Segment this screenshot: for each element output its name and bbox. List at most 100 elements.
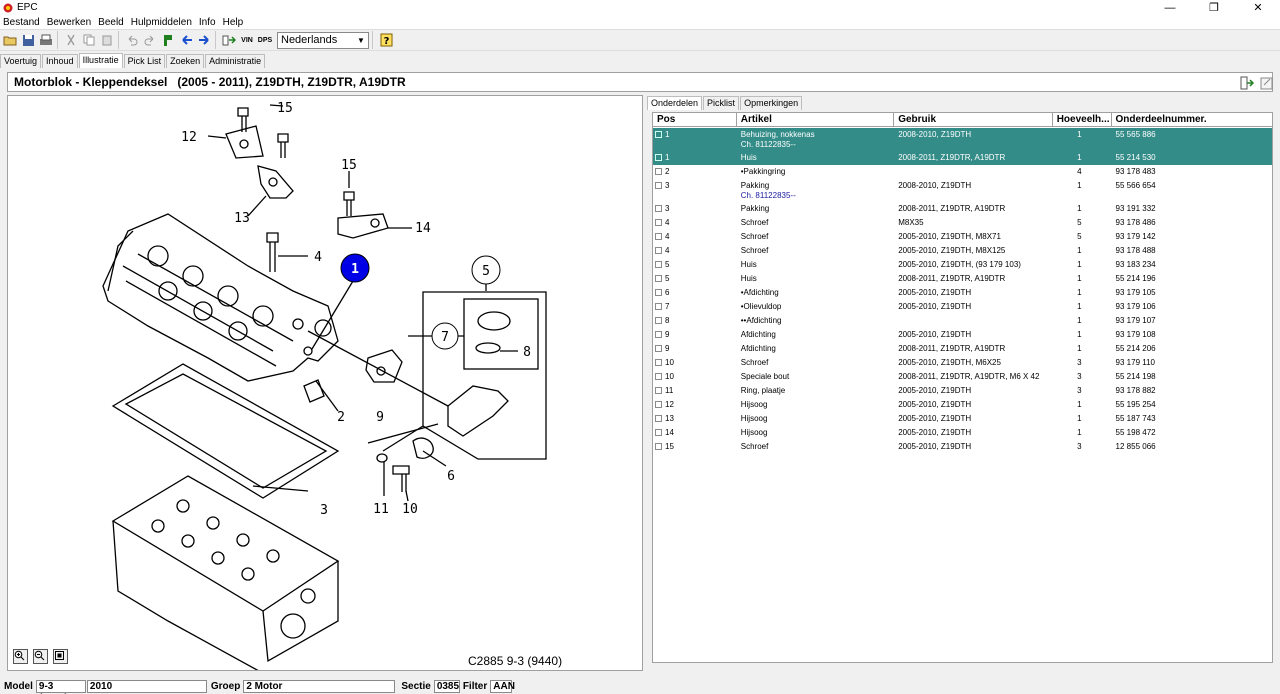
- table-row[interactable]: 4 Schroef M8X35 5 93 178 486: [653, 216, 1272, 230]
- tab-onderdelen[interactable]: Onderdelen: [647, 96, 703, 110]
- table-row[interactable]: 14 Hijsoog 2005-2010, Z19DTH 1 55 198 472: [653, 426, 1272, 440]
- table-row[interactable]: 2 •Pakkingring 4 93 178 483: [653, 165, 1272, 179]
- paste-icon[interactable]: [99, 32, 115, 48]
- callout-10[interactable]: 10: [402, 502, 418, 517]
- table-row[interactable]: 5 Huis 2008-2011, Z19DTR, A19DTR 1 55 214 19…: [653, 272, 1272, 286]
- row-checkbox[interactable]: [655, 205, 662, 212]
- table-row[interactable]: 15 Schroef 2005-2010, Z19DTH 3 12 855 066: [653, 440, 1272, 454]
- table-row[interactable]: 10 Schroef 2005-2010, Z19DTH, M6X25 3 93 179…: [653, 356, 1272, 370]
- row-checkbox[interactable]: [655, 443, 662, 450]
- column-pos[interactable]: Pos: [653, 113, 737, 127]
- row-checkbox[interactable]: [655, 387, 662, 394]
- dps-button[interactable]: DPS: [257, 32, 273, 48]
- row-checkbox[interactable]: [655, 359, 662, 366]
- table-row[interactable]: 4 Schroef 2005-2010, Z19DTH, M8X125 1 93 178…: [653, 244, 1272, 258]
- help-icon[interactable]: ?: [378, 32, 394, 48]
- row-checkbox[interactable]: [655, 219, 662, 226]
- menu-bewerken[interactable]: Bewerken: [44, 17, 95, 28]
- zoom-out-button[interactable]: [33, 649, 48, 664]
- callout-7[interactable]: 7: [441, 330, 449, 345]
- fit-view-button[interactable]: [53, 649, 68, 664]
- row-checkbox[interactable]: [655, 154, 662, 161]
- table-row[interactable]: 10 Speciale bout 2008-2011, Z19DTR, A19DTR…: [653, 370, 1272, 384]
- tab-zoeken[interactable]: Zoeken: [166, 54, 205, 68]
- maximize-button[interactable]: ❐: [1192, 0, 1236, 15]
- tab-inhoud[interactable]: Inhoud: [42, 54, 78, 68]
- save-icon[interactable]: [20, 32, 36, 48]
- column-artikel[interactable]: Artikel: [737, 113, 895, 127]
- callout-6[interactable]: 6: [447, 469, 455, 484]
- row-checkbox[interactable]: [655, 247, 662, 254]
- table-row[interactable]: 5 Huis 2005-2010, Z19DTH, (93 179 103) 1 93 …: [653, 258, 1272, 272]
- open-folder-icon[interactable]: [2, 32, 18, 48]
- table-row[interactable]: 11 Ring, plaatje 2005-2010, Z19DTH 3 93 178 …: [653, 384, 1272, 398]
- zoom-in-button[interactable]: [13, 649, 28, 664]
- table-row[interactable]: 8 ••Afdichting 1 93 179 107: [653, 314, 1272, 328]
- tab-illustratie[interactable]: Illustratie: [78, 53, 123, 68]
- menu-hulpmiddelen[interactable]: Hulpmiddelen: [128, 17, 196, 28]
- note-icon[interactable]: [1258, 74, 1275, 91]
- back-arrow-icon[interactable]: [178, 32, 194, 48]
- tab-pick-list[interactable]: Pick List: [123, 54, 166, 68]
- undo-icon[interactable]: [124, 32, 140, 48]
- row-checkbox[interactable]: [655, 373, 662, 380]
- callout-15[interactable]: 15: [341, 158, 357, 173]
- callout-11[interactable]: 11: [373, 502, 389, 517]
- callout-5[interactable]: 5: [482, 264, 490, 279]
- table-row[interactable]: 4 Schroef 2005-2010, Z19DTH, M8X71 5 93 179 …: [653, 230, 1272, 244]
- menu-info[interactable]: Info: [196, 17, 220, 28]
- column-gebruik[interactable]: Gebruik: [894, 113, 1053, 127]
- tab-administratie[interactable]: Administratie: [205, 54, 266, 68]
- callout-8[interactable]: 8: [523, 345, 531, 360]
- table-row[interactable]: 9 Afdichting 2005-2010, Z19DTH 1 93 179 108: [653, 328, 1272, 342]
- transfer-icon[interactable]: [221, 32, 237, 48]
- tab-picklist[interactable]: Picklist: [703, 96, 740, 110]
- copy-icon[interactable]: [81, 32, 97, 48]
- row-checkbox[interactable]: [655, 275, 662, 282]
- callout-13[interactable]: 13: [234, 211, 250, 226]
- callout-4[interactable]: 4: [314, 250, 322, 265]
- row-checkbox[interactable]: [655, 261, 662, 268]
- row-checkbox[interactable]: [655, 303, 662, 310]
- menu-beeld[interactable]: Beeld: [95, 17, 128, 28]
- table-row[interactable]: 9 Afdichting 2008-2011, Z19DTR, A19DTR 1 55 …: [653, 342, 1272, 356]
- callout-14[interactable]: 14: [415, 221, 431, 236]
- row-checkbox[interactable]: [655, 345, 662, 352]
- export-icon[interactable]: [1238, 74, 1255, 91]
- row-checkbox[interactable]: [655, 317, 662, 324]
- cut-icon[interactable]: [63, 32, 79, 48]
- table-row[interactable]: 3 Pakking Ch. 81122835-- 2008-2010, Z19DTH 1…: [653, 179, 1272, 202]
- row-checkbox[interactable]: [655, 331, 662, 338]
- table-row[interactable]: 1 Huis 2008-2011, Z19DTR, A19DTR 1 55 214 53…: [653, 151, 1272, 165]
- tab-voertuig[interactable]: Voertuig: [0, 54, 42, 68]
- print-icon[interactable]: [38, 32, 54, 48]
- table-row[interactable]: 6 •Afdichting 2005-2010, Z19DTH 1 93 179 105: [653, 286, 1272, 300]
- close-button[interactable]: ✕: [1236, 0, 1280, 15]
- tab-opmerkingen[interactable]: Opmerkingen: [740, 96, 803, 110]
- column-hoeveelheid[interactable]: Hoeveelh...: [1053, 113, 1112, 127]
- column-onderdeelnummer[interactable]: Onderdeelnummer.: [1112, 113, 1272, 127]
- table-row[interactable]: 3 Pakking 2008-2011, Z19DTR, A19DTR 1 93 191…: [653, 202, 1272, 216]
- bookmark-icon[interactable]: [160, 32, 176, 48]
- row-checkbox[interactable]: [655, 131, 662, 138]
- row-checkbox[interactable]: [655, 233, 662, 240]
- row-checkbox[interactable]: [655, 415, 662, 422]
- row-checkbox[interactable]: [655, 289, 662, 296]
- menu-bestand[interactable]: Bestand: [0, 17, 44, 28]
- minimize-button[interactable]: —: [1148, 0, 1192, 15]
- table-row[interactable]: 13 Hijsoog 2005-2010, Z19DTH 1 55 187 743: [653, 412, 1272, 426]
- row-checkbox[interactable]: [655, 401, 662, 408]
- callout-15-top[interactable]: 15: [277, 101, 293, 116]
- menu-help[interactable]: Help: [220, 17, 248, 28]
- row-checkbox[interactable]: [655, 168, 662, 175]
- row-checkbox[interactable]: [655, 429, 662, 436]
- table-row[interactable]: 1 Behuizing, nokkenas Ch. 81122835-- 2008-2…: [653, 128, 1272, 151]
- table-row[interactable]: 7 •Olievuldop 2005-2010, Z19DTH 1 93 179 106: [653, 300, 1272, 314]
- forward-arrow-icon[interactable]: [196, 32, 212, 48]
- row-checkbox[interactable]: [655, 182, 662, 189]
- callout-9[interactable]: 9: [376, 410, 384, 425]
- callout-3[interactable]: 3: [320, 503, 328, 518]
- language-select[interactable]: Nederlands ▼: [277, 31, 369, 49]
- callout-2[interactable]: 2: [337, 410, 345, 425]
- vin-button[interactable]: VIN: [239, 32, 255, 48]
